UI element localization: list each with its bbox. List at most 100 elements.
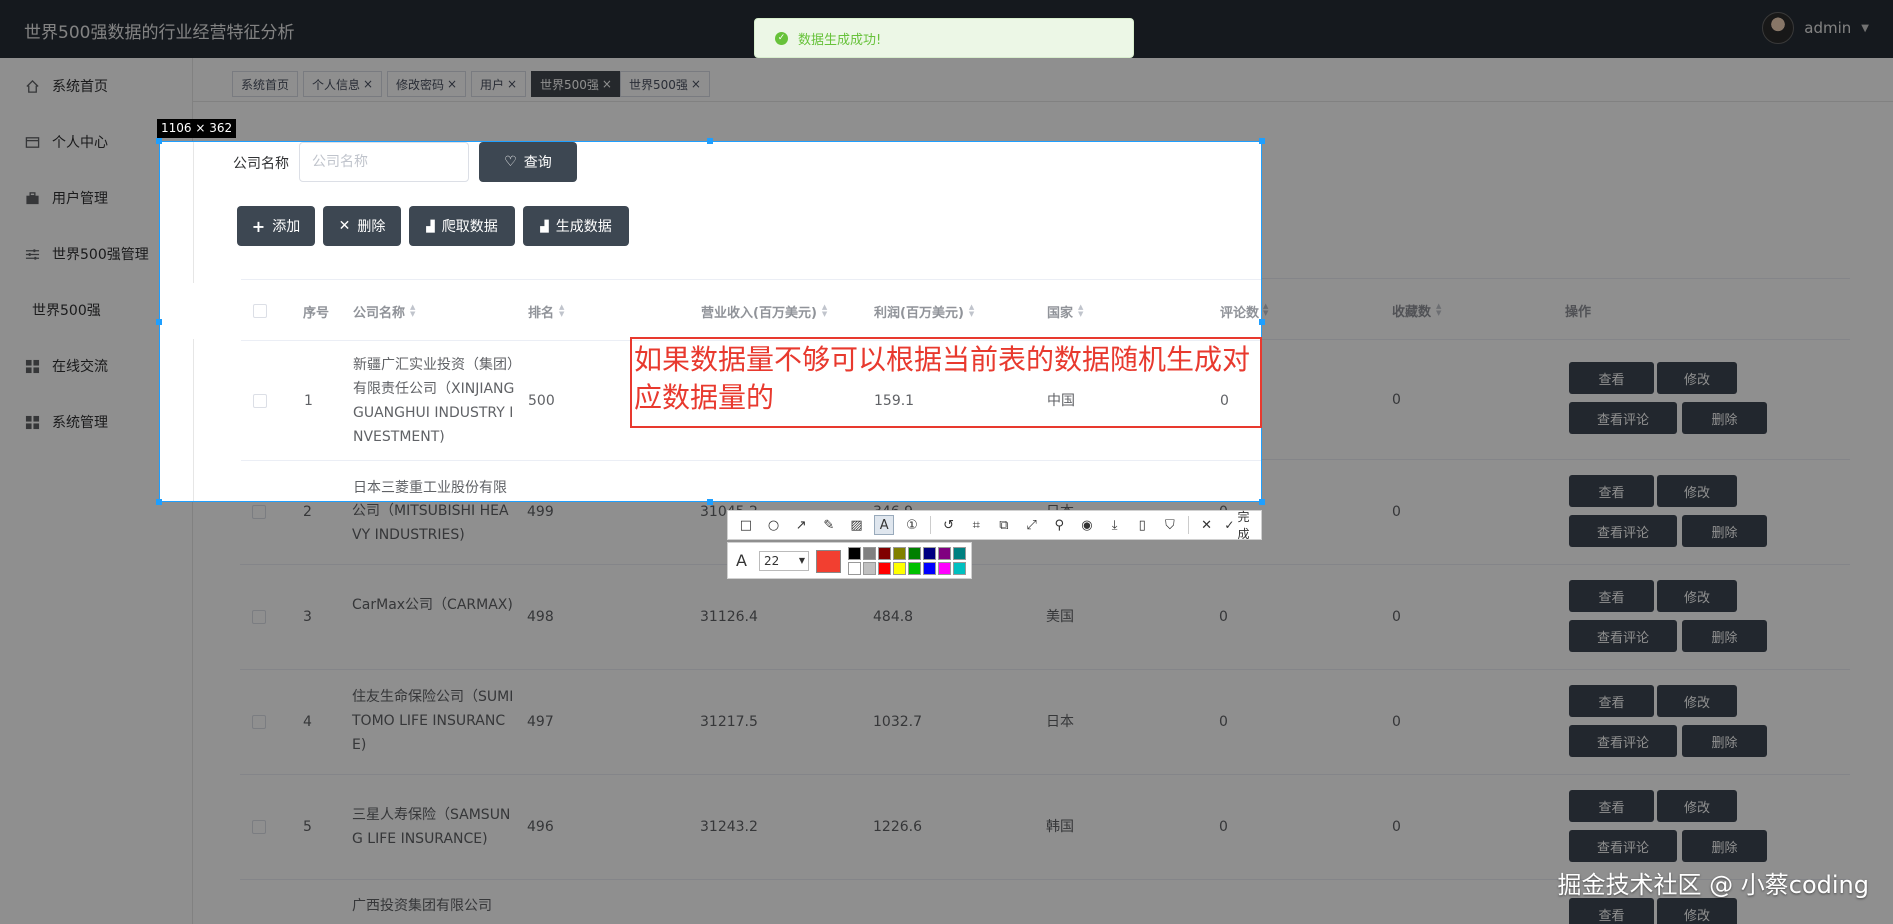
toast-message: 数据生成成功! — [798, 32, 882, 48]
resize-handle[interactable] — [707, 499, 713, 505]
color-swatch[interactable] — [908, 547, 921, 560]
col-rank[interactable]: 排名 ▲▼ — [528, 280, 564, 342]
select-all-checkbox[interactable] — [253, 280, 267, 342]
current-color-swatch[interactable] — [816, 550, 841, 573]
color-swatch[interactable] — [923, 562, 936, 575]
done-button[interactable]: ✓ 完成 — [1224, 508, 1260, 542]
color-swatch[interactable] — [923, 547, 936, 560]
resize-handle[interactable] — [1259, 499, 1265, 505]
resize-handle[interactable] — [156, 138, 162, 144]
download-icon[interactable]: ⤓ — [1105, 515, 1125, 535]
resize-handle[interactable] — [156, 319, 162, 325]
col-company[interactable]: 公司名称 ▲▼ — [353, 280, 415, 342]
add-button[interactable]: + 添加 — [237, 206, 315, 246]
close-icon[interactable]: ✕ — [1197, 515, 1217, 535]
capture-region[interactable]: 世界500强数据的行业经营特征分析 admin ▼ 系统首页 个人中心 用户管理… — [159, 141, 1262, 502]
sort-icon[interactable]: ▲▼ — [410, 304, 415, 318]
bar-chart-icon: ▟ — [426, 219, 435, 233]
country: 日本 — [1047, 501, 1075, 502]
button-label: 爬取数据 — [441, 219, 498, 235]
column-label: 国家 — [1047, 305, 1074, 321]
color-swatch[interactable] — [953, 562, 966, 575]
color-swatch[interactable] — [938, 562, 951, 575]
color-swatch[interactable] — [878, 562, 891, 575]
generate-button[interactable]: ▟ 生成数据 — [523, 206, 629, 246]
rank: 500 — [528, 393, 555, 409]
done-label: 完成 — [1237, 510, 1250, 541]
sidebar-item-top500-management[interactable]: 世界500强管理 — [160, 227, 194, 283]
color-swatch[interactable] — [893, 547, 906, 560]
crop-icon[interactable]: ⌗ — [966, 515, 986, 535]
sidebar-item-chat[interactable]: 在线交流 — [160, 339, 194, 395]
col-comments[interactable]: 评论数▲▼ — [1220, 280, 1261, 342]
color-swatch[interactable] — [893, 562, 906, 575]
column-label: 排名 — [528, 305, 555, 321]
rectangle-icon[interactable]: □ — [736, 515, 756, 535]
delete-button[interactable]: ✕ 删除 — [323, 206, 401, 246]
ellipse-icon[interactable]: ○ — [764, 515, 784, 535]
color-swatch[interactable] — [938, 547, 951, 560]
col-profit[interactable]: 利润(百万美元) ▲▼ — [874, 280, 974, 342]
resize-handle[interactable] — [1259, 138, 1265, 144]
resize-handle[interactable] — [1259, 319, 1265, 325]
phone-icon[interactable]: ▯ — [1132, 515, 1152, 535]
success-toast: ✓ 数据生成成功! — [754, 18, 1134, 58]
color-swatch[interactable] — [908, 562, 921, 575]
row-index: 1 — [304, 393, 313, 409]
arrow-icon[interactable]: ↗ — [791, 515, 811, 535]
number-marker-icon[interactable]: ① — [902, 515, 922, 535]
font-size-select[interactable]: 22 ▼ — [759, 551, 809, 571]
color-swatch[interactable] — [863, 547, 876, 560]
col-revenue[interactable]: 营业收入(百万美元) ▲▼ — [701, 280, 827, 342]
search-label: 公司名称 — [233, 156, 289, 172]
pencil-icon[interactable]: ✎ — [819, 515, 839, 535]
company-name-input[interactable] — [299, 142, 469, 182]
company-name: 新疆广汇实业投资（集团）有限责任公司（XINJIANG GUANGHUI IND… — [353, 357, 515, 445]
bookmark-icon[interactable]: ⛉ — [1160, 515, 1180, 535]
sort-icon[interactable]: ▲▼ — [822, 304, 827, 318]
crawl-button[interactable]: ▟ 爬取数据 — [409, 206, 515, 246]
watermark: 掘金技术社区 @ 小蔡coding — [1557, 871, 1869, 899]
scroll-capture-icon[interactable]: ⤢ — [1022, 515, 1042, 535]
plus-icon: + — [251, 216, 266, 236]
profit: 346.9 — [874, 501, 914, 502]
column-label: 评论数 — [1220, 305, 1260, 321]
company-name: 日本三菱重工业股份有限公司（MITSUBISHI HEAVY INDUSTRIE… — [353, 480, 507, 496]
color-swatch[interactable] — [848, 547, 861, 560]
color-swatch[interactable] — [953, 547, 966, 560]
table-row: 2 日本三菱重工业股份有限公司（MITSUBISHI HEAVY INDUSTR… — [241, 461, 1261, 502]
button-label: 添加 — [272, 219, 301, 235]
search-button[interactable]: ♡ 查询 — [479, 142, 577, 182]
undo-icon[interactable]: ↺ — [939, 515, 959, 535]
color-swatch[interactable] — [863, 562, 876, 575]
button-label: 查询 — [523, 155, 552, 171]
row-checkbox[interactable] — [253, 394, 267, 408]
column-label: 营业收入(百万美元) — [701, 305, 817, 321]
comments-count: 0 — [1220, 501, 1229, 502]
heart-icon: ♡ — [504, 154, 517, 170]
sort-icon[interactable]: ▲▼ — [559, 304, 564, 318]
col-country[interactable]: 国家 ▲▼ — [1047, 280, 1083, 342]
check-circle-icon: ✓ — [775, 31, 788, 45]
button-label: 生成数据 — [555, 219, 612, 235]
sidebar-item-system[interactable]: 系统管理 — [160, 395, 194, 451]
sidebar-item-users[interactable]: 用户管理 — [160, 171, 194, 227]
resize-handle[interactable] — [707, 138, 713, 144]
ocr-icon[interactable]: ⧉ — [994, 515, 1014, 535]
color-swatch[interactable] — [848, 562, 861, 575]
sort-icon[interactable]: ▲▼ — [1078, 304, 1083, 318]
color-swatch[interactable] — [878, 547, 891, 560]
column-label: 公司名称 — [353, 305, 406, 321]
button-label: 删除 — [357, 219, 386, 235]
sidebar-item-profile[interactable]: 个人中心 — [160, 142, 194, 171]
sidebar-item-top500[interactable]: 世界500强 — [160, 283, 194, 339]
pin-icon[interactable]: ⚲ — [1049, 515, 1069, 535]
record-icon[interactable]: ◉ — [1077, 515, 1097, 535]
text-tool-icon[interactable]: A — [874, 515, 895, 535]
mosaic-icon[interactable]: ▨ — [847, 515, 867, 535]
sort-icon[interactable]: ▲▼ — [969, 304, 974, 318]
check-icon: ✓ — [1224, 518, 1235, 532]
annotation-text[interactable]: 如果数据量不够可以根据当前表的数据随机生成对应数据量的 — [634, 341, 1254, 417]
resize-handle[interactable] — [156, 499, 162, 505]
capture-size-label: 1106 × 362 — [157, 119, 237, 138]
